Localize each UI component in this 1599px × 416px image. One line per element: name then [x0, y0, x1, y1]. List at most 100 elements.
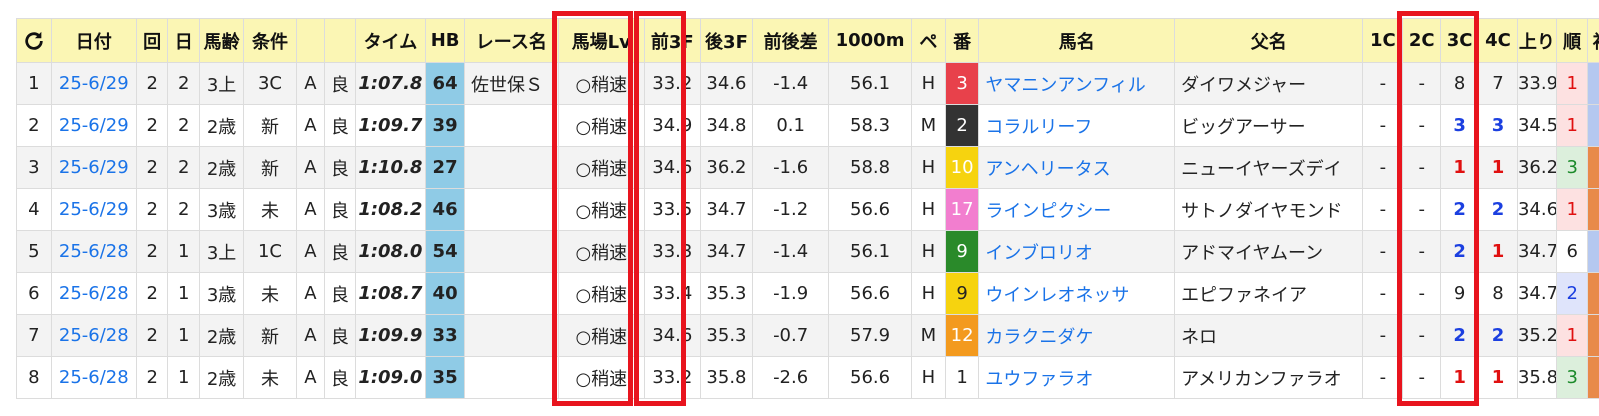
- horse-number: 2: [944, 104, 980, 147]
- col-last[interactable]: 衫: [1587, 18, 1599, 63]
- c2-cell: -: [1402, 356, 1442, 399]
- date-link[interactable]: 25-6/29: [50, 104, 137, 147]
- col-kai[interactable]: 回: [135, 18, 169, 63]
- pace-cell: H: [911, 62, 946, 105]
- nichi-cell: 2: [167, 146, 200, 189]
- m1000-cell: 57.9: [827, 314, 913, 357]
- c1-cell: -: [1362, 356, 1404, 399]
- table-row: 3 25-6/29 2 2 2歳新 A 良 1:10.8 27 ○稍速 34.6 36.2 -1.6 58…: [16, 146, 1599, 189]
- race-name: [464, 272, 559, 315]
- horse-name-link[interactable]: ユウファラオ: [978, 356, 1176, 399]
- col-baba[interactable]: 馬場Lv: [557, 18, 645, 63]
- header-row: 日付 回 日 馬齢 条件 タイム HB レース名 馬場Lv 前3F 後3F 前後…: [16, 18, 1599, 63]
- baba-lv-cell: ○稍速: [557, 62, 645, 105]
- date-link[interactable]: 25-6/28: [50, 314, 137, 357]
- c3-cell: 2: [1440, 230, 1480, 273]
- race-name: [464, 104, 559, 147]
- date-link[interactable]: 25-6/29: [50, 62, 137, 105]
- date-link[interactable]: 25-6/28: [50, 230, 137, 273]
- m1000-cell: 56.6: [827, 188, 913, 231]
- horse-number: 10: [944, 146, 980, 189]
- col-l3f[interactable]: 後3F: [699, 18, 754, 63]
- c4-cell: 1: [1478, 146, 1518, 189]
- rank-cell: 1: [1555, 314, 1589, 357]
- race-name: [464, 188, 559, 231]
- row-number: 3: [16, 146, 52, 189]
- col-2c[interactable]: 2C: [1402, 18, 1442, 63]
- sire-name: ビッグアーサー: [1174, 104, 1364, 147]
- diff-cell: -0.7: [752, 314, 829, 357]
- row-number: 2: [16, 104, 52, 147]
- nichi-cell: 1: [167, 230, 200, 273]
- horse-name-link[interactable]: ウインレオネッサ: [978, 272, 1176, 315]
- c1-cell: -: [1362, 272, 1404, 315]
- grade-cell: A: [295, 146, 326, 189]
- c4-cell: 7: [1478, 62, 1518, 105]
- col-age[interactable]: 馬齢: [198, 18, 245, 63]
- row-number: 8: [16, 356, 52, 399]
- row-number: 6: [16, 272, 52, 315]
- sire-name: ダイワメジャー: [1174, 62, 1364, 105]
- col-time[interactable]: タイム: [354, 18, 427, 63]
- col-nichi[interactable]: 日: [167, 18, 200, 63]
- m1000-cell: 58.8: [827, 146, 913, 189]
- rank-cell: 1: [1555, 104, 1589, 147]
- pace-cell: H: [911, 272, 946, 315]
- horse-name-link[interactable]: カラクニダケ: [978, 314, 1176, 357]
- track-cell: 良: [324, 272, 356, 315]
- date-link[interactable]: 25-6/28: [50, 356, 137, 399]
- col-sire[interactable]: 父名: [1174, 18, 1364, 63]
- horse-name-link[interactable]: コラルリーフ: [978, 104, 1176, 147]
- cond-cell: 未: [243, 356, 297, 399]
- c2-cell: -: [1402, 104, 1442, 147]
- horse-name-link[interactable]: インブロリオ: [978, 230, 1176, 273]
- col-pace[interactable]: ペ: [911, 18, 946, 63]
- horse-name-link[interactable]: ラインピクシー: [978, 188, 1176, 231]
- col-4c[interactable]: 4C: [1478, 18, 1518, 63]
- c3-cell: 2: [1440, 188, 1480, 231]
- col-f3f[interactable]: 前3F: [643, 18, 701, 63]
- c4-cell: 3: [1478, 104, 1518, 147]
- side-strip: [1587, 356, 1599, 399]
- f3f-cell: 33.4: [643, 272, 701, 315]
- sire-name: アドマイヤムーン: [1174, 230, 1364, 273]
- col-ban[interactable]: 番: [944, 18, 980, 63]
- col-agari[interactable]: 上り: [1516, 18, 1557, 63]
- l3f-cell: 35.3: [699, 272, 754, 315]
- time-cell: 1:10.8: [354, 146, 427, 189]
- side-strip: [1587, 104, 1599, 147]
- col-hb[interactable]: HB: [425, 18, 466, 63]
- col-horse[interactable]: 馬名: [978, 18, 1176, 63]
- col-1000m[interactable]: 1000m: [827, 18, 913, 63]
- c1-cell: -: [1362, 62, 1404, 105]
- diff-cell: -1.6: [752, 146, 829, 189]
- c3-cell: 1: [1440, 356, 1480, 399]
- col-cond[interactable]: 条件: [243, 18, 297, 63]
- row-number: 4: [16, 188, 52, 231]
- c3-cell: 2: [1440, 314, 1480, 357]
- refresh-button[interactable]: [16, 18, 52, 63]
- refresh-icon[interactable]: [17, 30, 50, 52]
- col-date[interactable]: 日付: [50, 18, 137, 63]
- col-race[interactable]: レース名: [464, 18, 559, 63]
- time-cell: 1:09.0: [354, 356, 427, 399]
- grade-cell: A: [295, 104, 326, 147]
- baba-lv-cell: ○稍速: [557, 314, 645, 357]
- col-diff[interactable]: 前後差: [752, 18, 829, 63]
- col-rank[interactable]: 順: [1555, 18, 1589, 63]
- col-3c[interactable]: 3C: [1440, 18, 1480, 63]
- horse-number: 9: [944, 230, 980, 273]
- date-link[interactable]: 25-6/28: [50, 272, 137, 315]
- table-row: 6 25-6/28 2 1 3歳未 A 良 1:08.7 40 ○稍速 33.4 35.3 -1.9 56…: [16, 272, 1599, 315]
- age-cell: 2歳: [198, 146, 245, 189]
- date-link[interactable]: 25-6/29: [50, 188, 137, 231]
- horse-name-link[interactable]: アンヘリータス: [978, 146, 1176, 189]
- time-cell: 1:08.7: [354, 272, 427, 315]
- l3f-cell: 35.3: [699, 314, 754, 357]
- horse-name-link[interactable]: ヤマニンアンフィル: [978, 62, 1176, 105]
- pace-cell: H: [911, 230, 946, 273]
- horse-number: 9: [944, 272, 980, 315]
- col-1c[interactable]: 1C: [1362, 18, 1404, 63]
- date-link[interactable]: 25-6/29: [50, 146, 137, 189]
- c2-cell: -: [1402, 230, 1442, 273]
